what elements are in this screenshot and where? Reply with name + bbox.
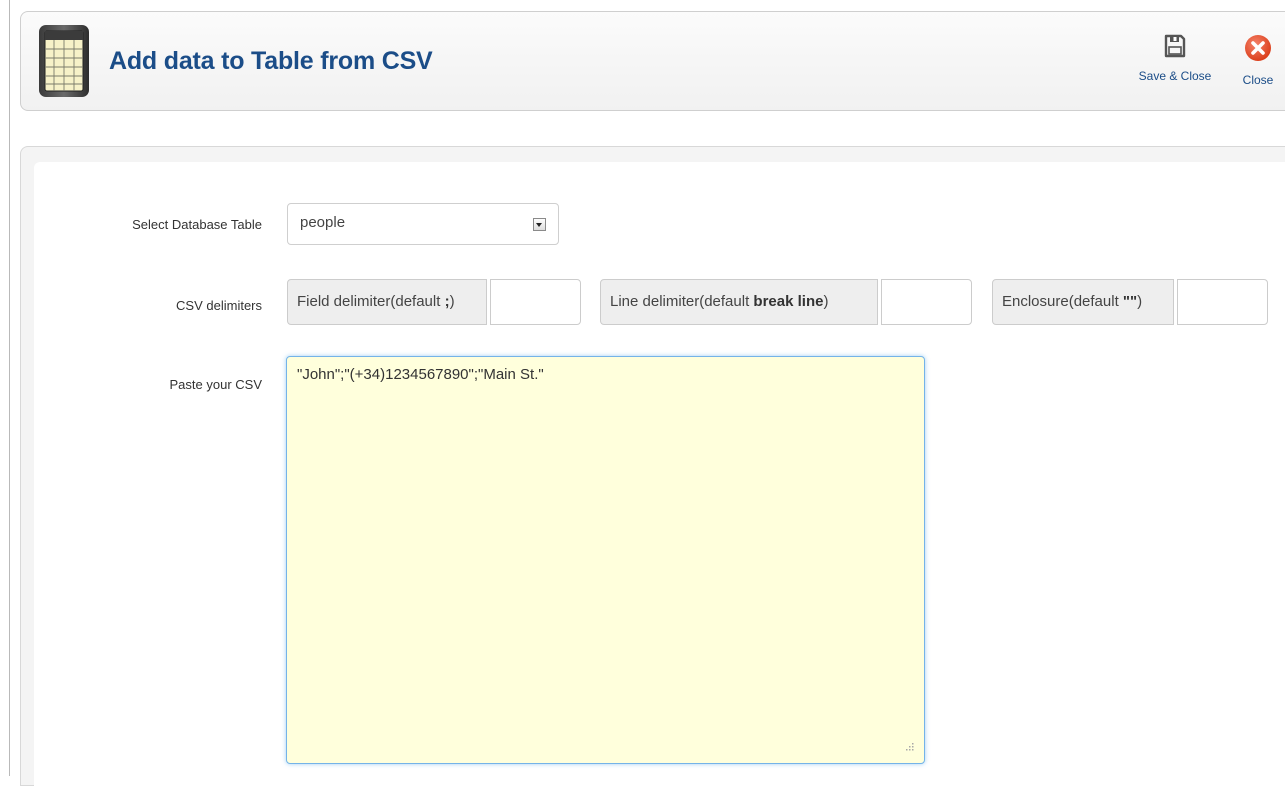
page-title: Add data to Table from CSV [109,47,433,75]
line-delimiter-input[interactable] [881,279,972,325]
csv-delimiters-label: CSV delimiters [176,298,262,313]
enclosure-input[interactable] [1177,279,1268,325]
dropdown-arrow-icon[interactable] [533,218,546,231]
select-value: people [300,214,346,231]
paste-csv-label: Paste your CSV [169,377,263,392]
table-grid-icon [37,23,93,99]
database-table-select[interactable]: people [287,203,559,245]
save-close-button[interactable]: Save & Close [1129,34,1221,83]
close-button[interactable]: Close [1233,34,1283,87]
floppy-disk-icon [1164,34,1186,58]
save-close-label: Save & Close [1138,69,1212,83]
select-table-label: Select Database Table [132,217,262,232]
line-delimiter-addon: Line delimiter(default break line) [600,279,878,325]
left-border-line [9,0,10,776]
enclosure-addon: Enclosure(default "") [992,279,1174,325]
close-label: Close [1242,73,1274,87]
field-delimiter-input[interactable] [490,279,581,325]
close-circle-icon [1245,35,1271,61]
resize-grip-icon[interactable] [902,741,916,755]
field-delimiter-addon: Field delimiter(default ;) [287,279,487,325]
csv-textarea[interactable]: "John";"(+34)1234567890";"Main St." [286,356,925,764]
toolbar-header: Add data to Table from CSV Save & Close … [20,11,1285,111]
